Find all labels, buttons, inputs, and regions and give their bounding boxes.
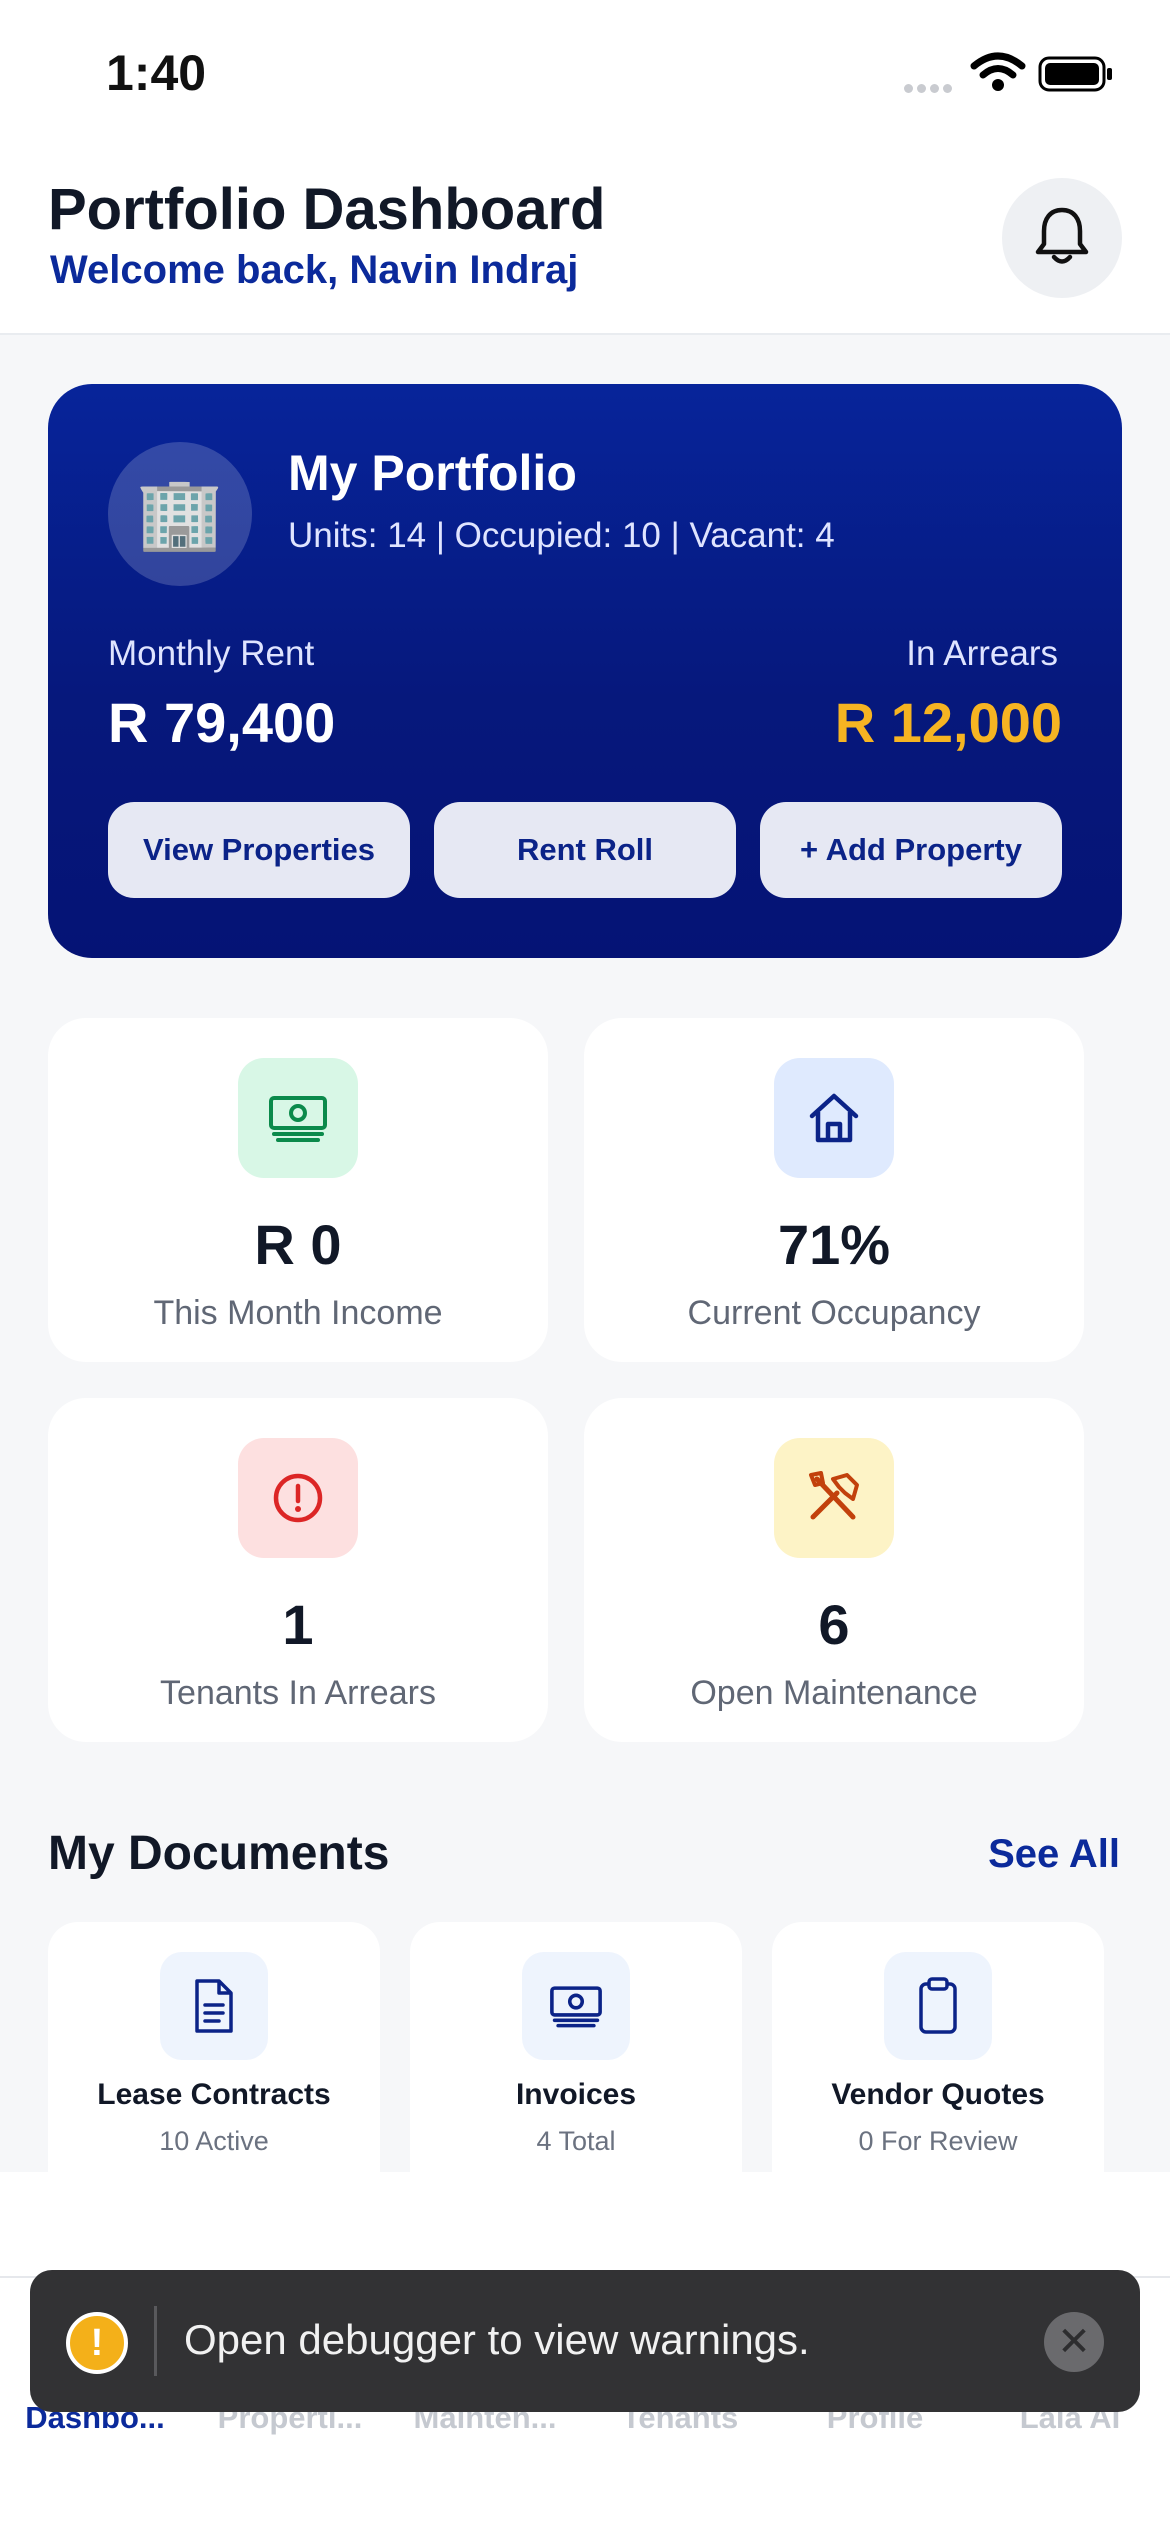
document-card-invoices[interactable]: Invoices 4 Total xyxy=(410,1922,742,2172)
wifi-icon xyxy=(970,52,1026,97)
cellular-signal-icon xyxy=(904,80,956,98)
status-time: 1:40 xyxy=(106,45,207,101)
battery-icon xyxy=(1038,56,1114,97)
rent-roll-button[interactable]: Rent Roll xyxy=(434,802,736,898)
document-name: Vendor Quotes xyxy=(831,2078,1045,2111)
document-card-vendor-quotes[interactable]: Vendor Quotes 0 For Review xyxy=(772,1922,1104,2172)
stat-card-occupancy[interactable]: 71% Current Occupancy xyxy=(584,1018,1084,1362)
portfolio-card: 🏢 My Portfolio Units: 14 | Occupied: 10 … xyxy=(48,384,1122,958)
clipboard-icon xyxy=(884,1952,992,2060)
stat-value: R 0 xyxy=(254,1213,342,1276)
page-title: Portfolio Dashboard xyxy=(48,177,606,242)
monthly-rent-value: R 79,400 xyxy=(108,691,336,754)
document-count: 10 Active xyxy=(159,2126,269,2156)
stat-card-income[interactable]: R 0 This Month Income xyxy=(48,1018,548,1362)
portfolio-title: My Portfolio xyxy=(288,445,577,501)
alert-icon xyxy=(238,1438,358,1558)
view-properties-button[interactable]: View Properties xyxy=(108,802,410,898)
stat-value: 1 xyxy=(282,1593,314,1656)
stat-label: This Month Income xyxy=(153,1294,443,1332)
document-count: 4 Total xyxy=(536,2126,616,2156)
warning-icon: ! xyxy=(66,2312,128,2374)
stat-value: 71% xyxy=(777,1213,891,1276)
arrears-value: R 12,000 xyxy=(834,691,1062,754)
toast-message: Open debugger to view warnings. xyxy=(184,2316,810,2363)
notifications-button[interactable] xyxy=(1002,178,1122,298)
document-name: Lease Contracts xyxy=(97,2078,331,2111)
stat-card-maintenance[interactable]: 6 Open Maintenance xyxy=(584,1398,1084,1742)
arrears-label: In Arrears xyxy=(906,634,1058,673)
welcome-message: Welcome back, Navin Indraj xyxy=(50,248,579,292)
stat-value: 6 xyxy=(818,1593,850,1656)
cash-icon xyxy=(238,1058,358,1178)
bell-icon xyxy=(1033,204,1091,273)
stat-card-arrears[interactable]: 1 Tenants In Arrears xyxy=(48,1398,548,1742)
tools-icon xyxy=(774,1438,894,1558)
stat-label: Current Occupancy xyxy=(687,1294,981,1332)
see-all-link[interactable]: See All xyxy=(988,1832,1120,1877)
document-count: 0 For Review xyxy=(858,2126,1018,2156)
stat-label: Tenants In Arrears xyxy=(160,1674,436,1712)
add-property-button[interactable]: + Add Property xyxy=(760,802,1062,898)
document-icon xyxy=(160,1952,268,2060)
close-icon[interactable]: ✕ xyxy=(1044,2312,1104,2372)
document-name: Invoices xyxy=(515,2078,637,2111)
toast-divider xyxy=(154,2306,157,2376)
house-icon xyxy=(774,1058,894,1178)
monthly-rent-label: Monthly Rent xyxy=(108,634,315,673)
cash-icon xyxy=(522,1952,630,2060)
building-icon: 🏢 xyxy=(108,442,252,586)
document-card-lease[interactable]: Lease Contracts 10 Active xyxy=(48,1922,380,2172)
section-title-documents: My Documents xyxy=(48,1827,390,1880)
debugger-warning-toast[interactable]: ! Open debugger to view warnings. ✕ xyxy=(30,2270,1140,2412)
stat-label: Open Maintenance xyxy=(690,1674,978,1712)
portfolio-unit-summary: Units: 14 | Occupied: 10 | Vacant: 4 xyxy=(288,516,835,555)
